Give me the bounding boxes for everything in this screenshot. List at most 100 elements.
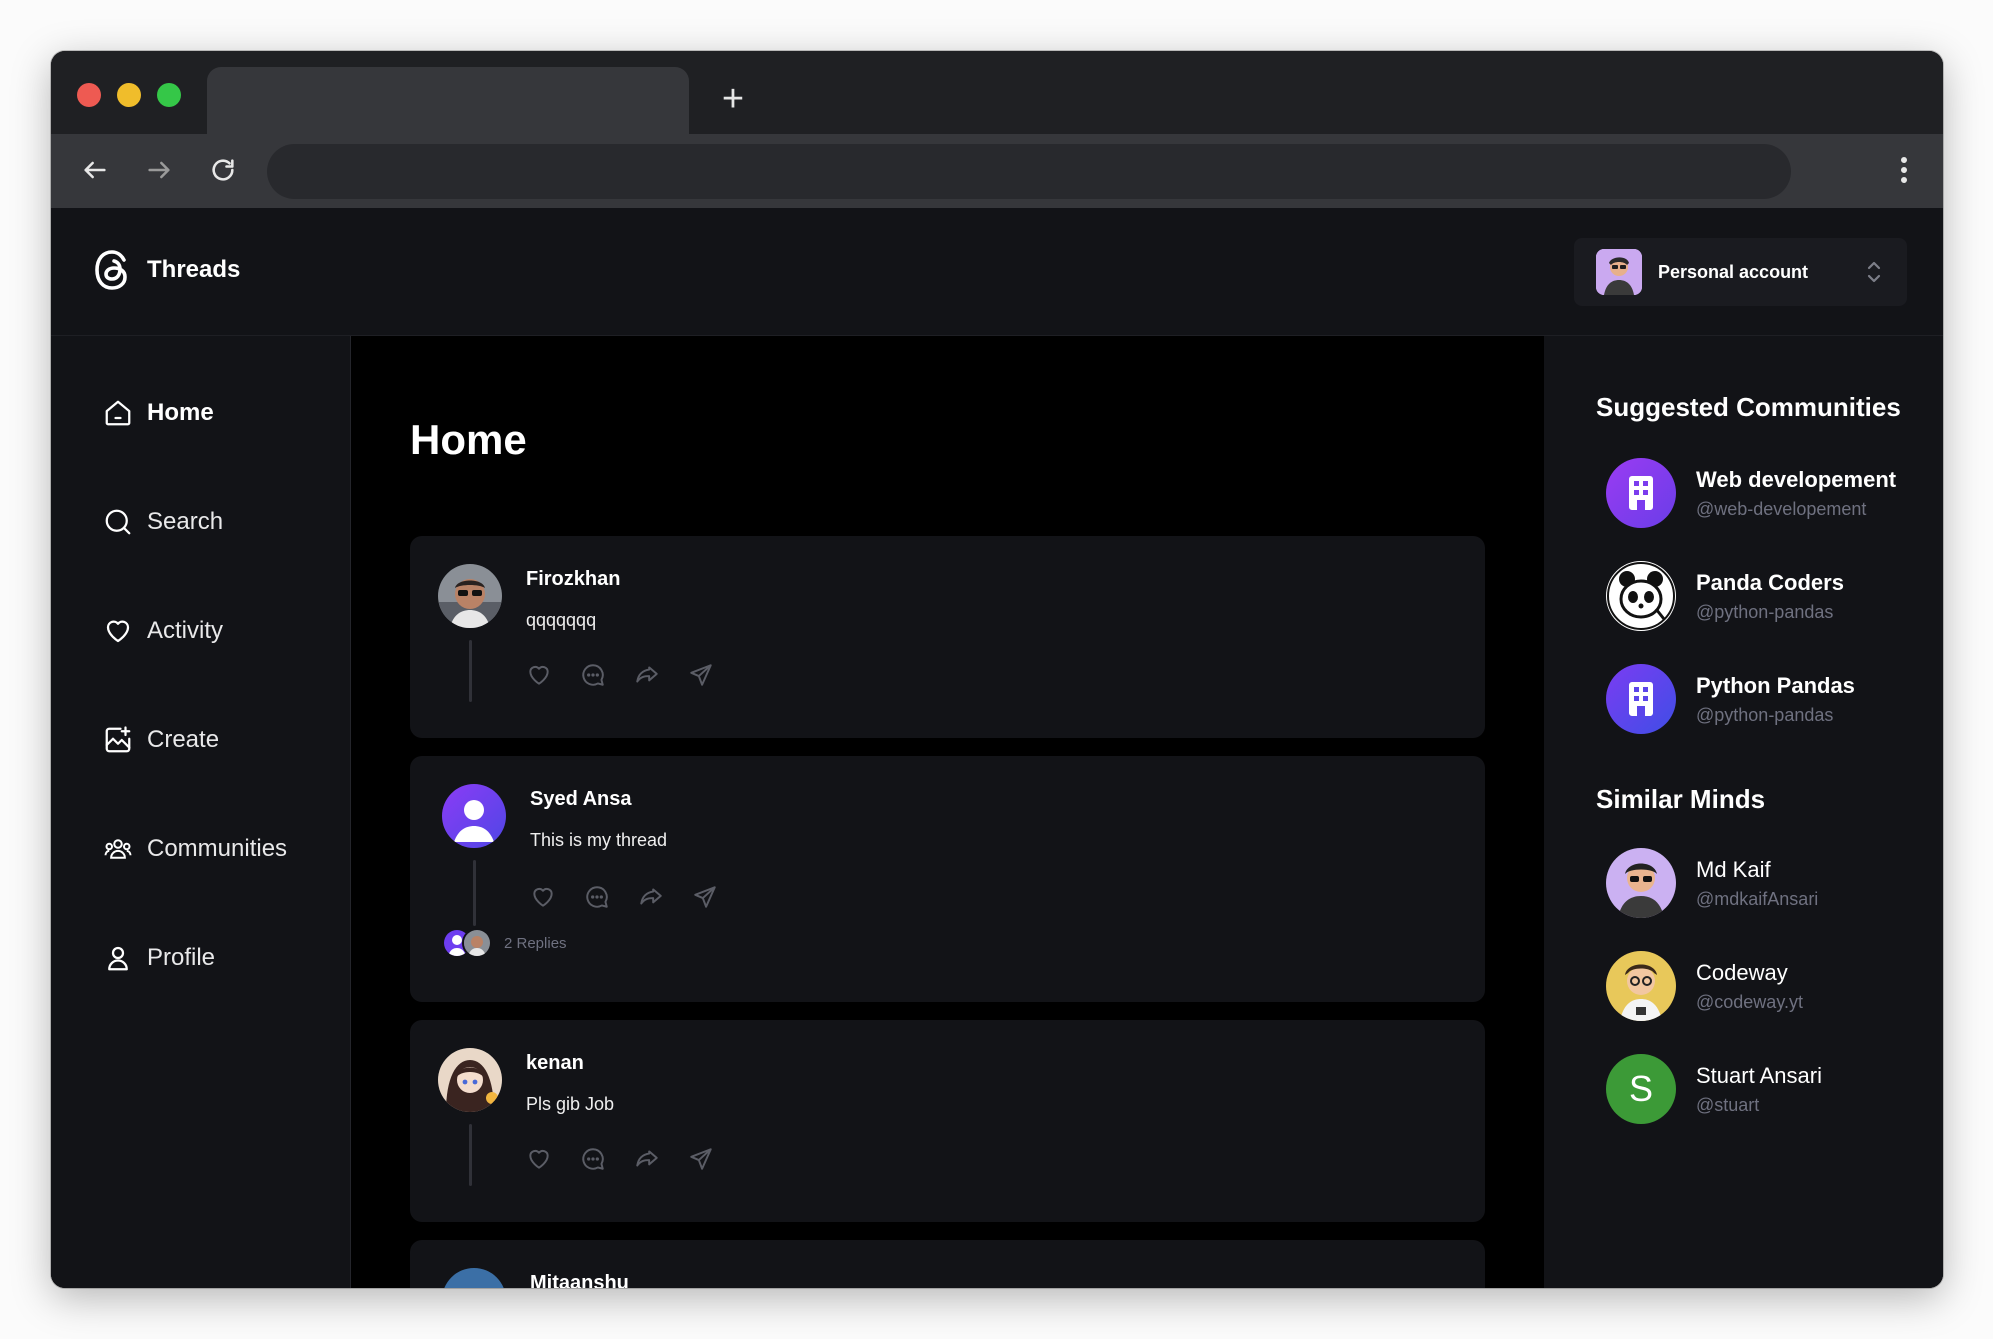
heart-icon[interactable] [526,662,552,688]
community-name: Panda Coders [1696,569,1844,595]
community-item[interactable]: Panda Coders @python-pandas [1606,561,1844,631]
repost-icon[interactable] [638,884,664,910]
repost-icon[interactable] [634,1146,660,1172]
communities-icon [104,839,132,859]
create-icon [105,726,131,753]
sidebar-item-search[interactable]: Search [103,507,223,537]
forward-button[interactable] [137,148,181,192]
more-vertical-icon [1901,157,1907,183]
browser-window: + Threads Personal account Home Search A… [51,51,1943,1288]
home-icon [105,400,131,426]
sidebar-item-communities[interactable]: Communities [103,834,287,864]
sidebar-item-home[interactable]: Home [103,398,214,428]
post-actions [530,884,718,910]
close-window-button[interactable] [77,83,101,107]
comment-icon[interactable] [580,662,606,688]
thread-card[interactable]: kenan Pls gib Job [410,1020,1485,1222]
community-name: Web developement [1696,466,1897,492]
user-initial: S [1628,1068,1653,1109]
share-icon[interactable] [692,884,718,910]
comment-icon[interactable] [580,1146,606,1172]
sidebar-item-label: Create [147,726,220,753]
account-label: Personal account [1658,261,1809,282]
thread-line [473,860,476,926]
post-author[interactable]: kenan [526,1052,584,1075]
user-avatar [1606,848,1676,918]
post-author[interactable]: Firozkhan [526,568,620,591]
sidebar-item-activity[interactable]: Activity [103,616,223,646]
community-item[interactable]: Web developement @web-developement [1606,458,1896,528]
community-avatar [1606,458,1676,528]
minimize-window-button[interactable] [117,83,141,107]
avatar[interactable] [438,564,502,628]
post-actions [526,662,714,688]
threads-app: Threads Personal account Home Search Act… [51,208,1943,1288]
user-suggestion-item[interactable]: S Stuart Ansari @stuart [1606,1054,1822,1124]
avatar[interactable] [442,784,506,848]
sidebar-item-label: Activity [147,617,224,644]
sidebar-item-label: Home [147,399,214,426]
app-topbar: Threads Personal account [51,208,1943,336]
share-icon[interactable] [688,662,714,688]
post-text: Pls gib Job [526,1094,615,1114]
thread-card[interactable]: Mitaanshu [410,1240,1485,1288]
page-title: Home [410,416,527,463]
account-switcher[interactable]: Personal account [1574,238,1907,306]
user-icon [108,946,128,971]
comment-icon[interactable] [584,884,610,910]
threads-logo-icon [95,250,127,290]
main-feed: Home Firozkhan qqqqqqq Syed Ansa This is… [351,336,1544,1288]
replies-summary[interactable]: 2 Replies [442,928,567,958]
maximize-window-button[interactable] [157,83,181,107]
sidebar-item-create[interactable]: Create [103,725,219,755]
user-name: Codeway [1696,959,1788,985]
similar-minds-heading: Similar Minds [1596,784,1766,814]
avatar[interactable] [438,1048,502,1112]
heart-icon[interactable] [530,884,556,910]
user-name: Stuart Ansari [1696,1062,1822,1088]
sidebar-item-label: Communities [147,835,288,862]
user-suggestion-item[interactable]: Md Kaif @mdkaifAnsari [1606,848,1818,918]
suggested-communities-heading: Suggested Communities [1596,392,1901,422]
post-actions [526,1146,714,1172]
thread-line [469,1124,472,1186]
chevron-up-down-icon [1867,261,1881,283]
app-logo[interactable]: Threads [91,246,240,294]
replies-count: 2 Replies [504,934,567,952]
avatar[interactable] [442,1268,506,1288]
new-tab-button[interactable]: + [713,80,753,121]
address-bar[interactable] [267,144,1791,199]
repost-icon[interactable] [634,662,660,688]
post-author[interactable]: Mitaanshu [530,1272,629,1288]
user-handle: @mdkaifAnsari [1696,888,1819,909]
right-sidebar: Suggested Communities Web developement @… [1544,336,1943,1288]
sidebar-item-label: Profile [147,944,216,971]
community-name: Python Pandas [1696,672,1855,698]
search-icon [105,509,131,535]
browser-tab-bar: + [51,51,1943,134]
user-avatar: S [1606,1054,1676,1124]
community-avatar [1606,664,1676,734]
back-button[interactable] [73,148,117,192]
user-avatar [1606,951,1676,1021]
user-suggestion-item[interactable]: Codeway @codeway.yt [1606,951,1803,1021]
community-handle: @python-pandas [1696,704,1834,725]
user-handle: @stuart [1696,1094,1760,1115]
arrow-left-icon [84,161,106,179]
community-item[interactable]: Python Pandas @python-pandas [1606,664,1855,734]
reply-avatar [462,928,492,958]
community-avatar [1606,561,1676,631]
share-icon[interactable] [688,1146,714,1172]
sidebar-item-profile[interactable]: Profile [103,943,215,973]
reload-icon [212,159,234,181]
thread-card[interactable]: Syed Ansa This is my thread 2 Replies [410,756,1485,1002]
user-name: Md Kaif [1696,856,1771,882]
browser-menu-button[interactable] [1889,150,1919,190]
sidebar-item-label: Search [147,508,224,535]
thread-card[interactable]: Firozkhan qqqqqqq [410,536,1485,738]
reload-button[interactable] [201,148,245,192]
browser-tab[interactable] [207,67,689,134]
post-author[interactable]: Syed Ansa [530,788,632,811]
post-text: qqqqqqq [526,610,597,630]
heart-icon[interactable] [526,1146,552,1172]
